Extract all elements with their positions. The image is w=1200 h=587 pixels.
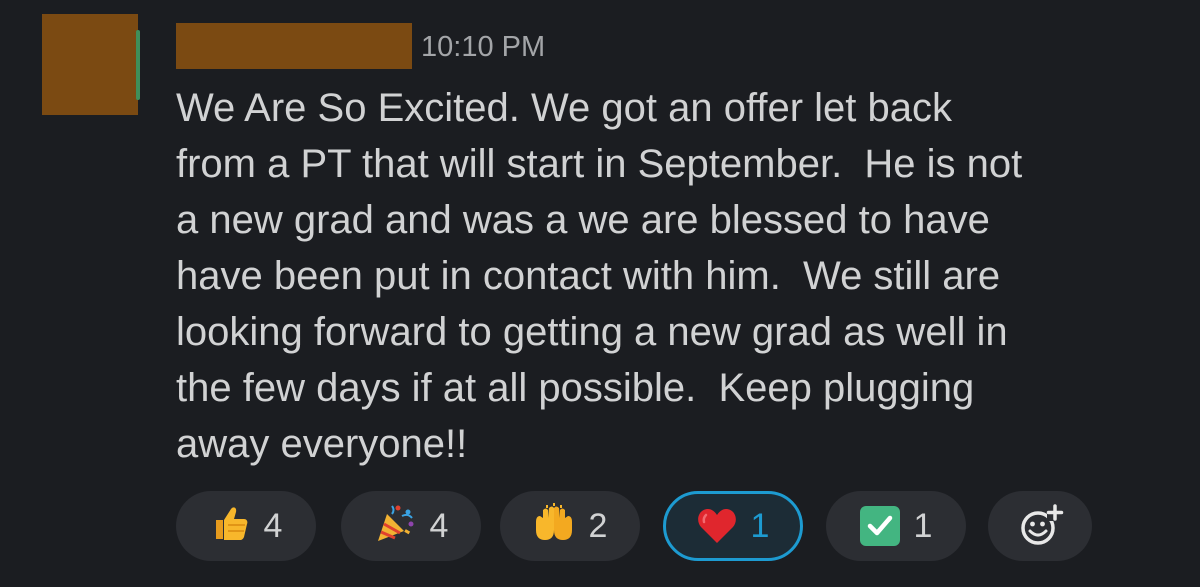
- message-line: We Are So Excited. We got an offer let b…: [176, 86, 952, 130]
- sender-avatar[interactable]: [42, 14, 138, 115]
- sender-name-redacted[interactable]: [176, 23, 412, 69]
- message-line: the few days if at all possible. Keep pl…: [176, 366, 975, 410]
- reaction-count: 4: [429, 507, 449, 545]
- thumbs-up-icon: [210, 503, 250, 550]
- reaction-check-mark[interactable]: 1: [826, 491, 966, 561]
- message-line: away everyone!!: [176, 422, 468, 466]
- reaction-thumbs-up[interactable]: 4: [176, 491, 316, 561]
- message-body: We Are So Excited. We got an offer let b…: [176, 80, 1176, 472]
- reaction-raising-hands[interactable]: 2: [500, 491, 640, 561]
- reaction-party-popper[interactable]: 4: [341, 491, 481, 561]
- party-popper-icon: [374, 502, 416, 551]
- reaction-count: 4: [263, 507, 283, 545]
- avatar-status-edge: [136, 30, 140, 100]
- check-mark-button-icon: [859, 506, 900, 546]
- message-timestamp[interactable]: 10:10 PM: [421, 30, 545, 64]
- message-line: a new grad and was a we are blessed to h…: [176, 198, 990, 242]
- message-line: looking forward to getting a new grad as…: [176, 310, 1008, 354]
- reaction-count: 1: [913, 507, 933, 545]
- raising-hands-icon: [533, 502, 575, 551]
- red-heart-icon: [697, 509, 736, 543]
- message-line: from a PT that will start in September. …: [176, 142, 1023, 186]
- add-reaction-button[interactable]: [988, 491, 1092, 561]
- reaction-count: 2: [588, 507, 608, 545]
- reaction-count: 1: [750, 507, 770, 545]
- add-reaction-icon: [1021, 504, 1064, 545]
- reaction-red-heart[interactable]: 1: [663, 491, 803, 561]
- message-line: have been put in contact with him. We st…: [176, 254, 1001, 298]
